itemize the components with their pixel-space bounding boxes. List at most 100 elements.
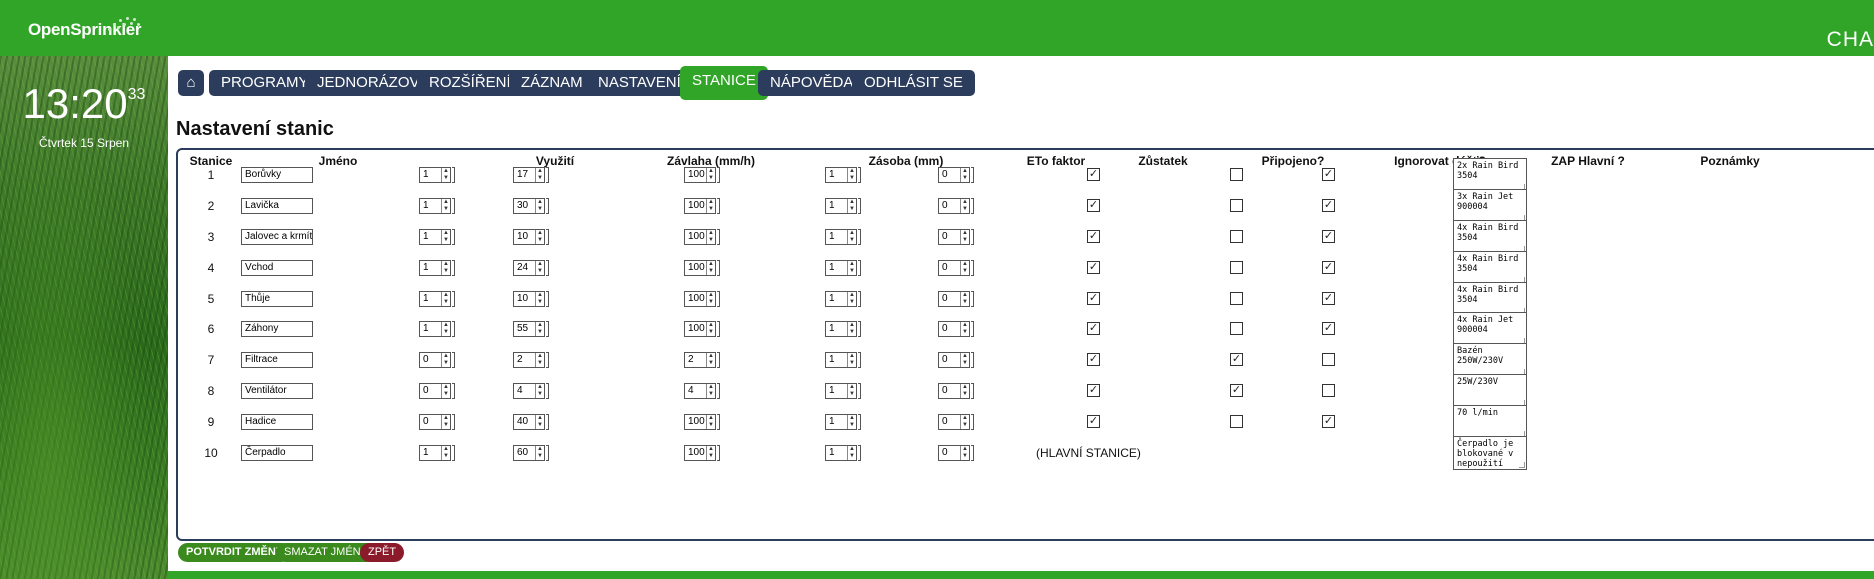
- spinner-arrows-icon[interactable]: ▲ ▼: [535, 415, 544, 429]
- spinner-arrows-icon[interactable]: ▲ ▼: [960, 415, 969, 429]
- eto-factor-input[interactable]: 1 ▲ ▼: [825, 321, 861, 337]
- spinner-arrows-icon[interactable]: ▲ ▼: [535, 199, 544, 213]
- reserve-input[interactable]: 2 ▲ ▼: [684, 352, 720, 368]
- ignore-rain-checkbox[interactable]: [1230, 261, 1243, 274]
- irrigation-rate-input[interactable]: 55 ▲ ▼: [513, 321, 549, 337]
- spinner-arrows-icon[interactable]: ▲ ▼: [535, 168, 544, 182]
- station-note-textarea[interactable]: 4x Rain Bird 3504: [1453, 251, 1527, 285]
- irrigation-rate-input[interactable]: 60 ▲ ▼: [513, 445, 549, 461]
- station-note-textarea[interactable]: 4x Rain Jet 900004: [1453, 312, 1527, 346]
- ignore-rain-checkbox[interactable]: [1230, 322, 1243, 335]
- spinner-arrows-icon[interactable]: ▲ ▼: [706, 446, 715, 460]
- spinner-arrows-icon[interactable]: ▲ ▼: [847, 261, 856, 275]
- spinner-arrows-icon[interactable]: ▲ ▼: [441, 446, 450, 460]
- connected-checkbox[interactable]: ✓: [1087, 168, 1100, 181]
- reserve-input[interactable]: 100 ▲ ▼: [684, 445, 720, 461]
- ignore-rain-checkbox[interactable]: [1230, 199, 1243, 212]
- remainder-input[interactable]: 0 ▲ ▼: [938, 414, 974, 430]
- spinner-arrows-icon[interactable]: ▲ ▼: [535, 292, 544, 306]
- reserve-input[interactable]: 4 ▲ ▼: [684, 383, 720, 399]
- reserve-input[interactable]: 100 ▲ ▼: [684, 167, 720, 183]
- usage-input[interactable]: 1 ▲ ▼: [419, 291, 455, 307]
- connected-checkbox[interactable]: ✓: [1087, 322, 1100, 335]
- nav-nastaveni[interactable]: NASTAVENÍ: [586, 70, 693, 96]
- spinner-arrows-icon[interactable]: ▲ ▼: [706, 353, 715, 367]
- eto-factor-input[interactable]: 1 ▲ ▼: [825, 291, 861, 307]
- remainder-input[interactable]: 0 ▲ ▼: [938, 260, 974, 276]
- ignore-rain-checkbox[interactable]: [1230, 292, 1243, 305]
- eto-factor-input[interactable]: 1 ▲ ▼: [825, 414, 861, 430]
- remainder-input[interactable]: 0 ▲ ▼: [938, 229, 974, 245]
- spinner-arrows-icon[interactable]: ▲ ▼: [706, 384, 715, 398]
- spinner-arrows-icon[interactable]: ▲ ▼: [535, 384, 544, 398]
- eto-factor-input[interactable]: 1 ▲ ▼: [825, 383, 861, 399]
- master-on-checkbox[interactable]: ✓: [1322, 292, 1335, 305]
- irrigation-rate-input[interactable]: 24 ▲ ▼: [513, 260, 549, 276]
- reserve-input[interactable]: 100 ▲ ▼: [684, 229, 720, 245]
- spinner-arrows-icon[interactable]: ▲ ▼: [441, 168, 450, 182]
- connected-checkbox[interactable]: ✓: [1087, 415, 1100, 428]
- irrigation-rate-input[interactable]: 4 ▲ ▼: [513, 383, 549, 399]
- master-on-checkbox[interactable]: [1322, 353, 1335, 366]
- spinner-arrows-icon[interactable]: ▲ ▼: [847, 384, 856, 398]
- remainder-input[interactable]: 0 ▲ ▼: [938, 383, 974, 399]
- spinner-arrows-icon[interactable]: ▲ ▼: [960, 446, 969, 460]
- spinner-arrows-icon[interactable]: ▲ ▼: [535, 322, 544, 336]
- reserve-input[interactable]: 100 ▲ ▼: [684, 321, 720, 337]
- spinner-arrows-icon[interactable]: ▲ ▼: [960, 230, 969, 244]
- eto-factor-input[interactable]: 1 ▲ ▼: [825, 198, 861, 214]
- ignore-rain-checkbox[interactable]: [1230, 415, 1243, 428]
- spinner-arrows-icon[interactable]: ▲ ▼: [441, 199, 450, 213]
- eto-factor-input[interactable]: 1 ▲ ▼: [825, 229, 861, 245]
- ignore-rain-checkbox[interactable]: ✓: [1230, 384, 1243, 397]
- master-on-checkbox[interactable]: ✓: [1322, 199, 1335, 212]
- remainder-input[interactable]: 0 ▲ ▼: [938, 321, 974, 337]
- remainder-input[interactable]: 0 ▲ ▼: [938, 291, 974, 307]
- eto-factor-input[interactable]: 1 ▲ ▼: [825, 445, 861, 461]
- station-name-input[interactable]: Filtrace: [241, 352, 313, 368]
- usage-input[interactable]: 1 ▲ ▼: [419, 260, 455, 276]
- station-name-input[interactable]: Vchod: [241, 260, 313, 276]
- usage-input[interactable]: 1 ▲ ▼: [419, 321, 455, 337]
- resize-grip-icon[interactable]: [1519, 462, 1525, 468]
- nav-rozsireni[interactable]: ROZŠÍŘENÍ: [417, 70, 523, 96]
- master-on-checkbox[interactable]: ✓: [1322, 261, 1335, 274]
- remainder-input[interactable]: 0 ▲ ▼: [938, 445, 974, 461]
- irrigation-rate-input[interactable]: 30 ▲ ▼: [513, 198, 549, 214]
- spinner-arrows-icon[interactable]: ▲ ▼: [535, 261, 544, 275]
- home-button[interactable]: ⌂: [178, 70, 204, 96]
- usage-input[interactable]: 1 ▲ ▼: [419, 445, 455, 461]
- spinner-arrows-icon[interactable]: ▲ ▼: [960, 199, 969, 213]
- spinner-arrows-icon[interactable]: ▲ ▼: [535, 230, 544, 244]
- nav-napoveda[interactable]: NÁPOVĚDA: [758, 70, 866, 96]
- connected-checkbox[interactable]: ✓: [1087, 384, 1100, 397]
- nav-stanice[interactable]: STANICE: [680, 66, 768, 100]
- station-note-textarea[interactable]: 4x Rain Bird 3504: [1453, 282, 1527, 316]
- eto-factor-input[interactable]: 1 ▲ ▼: [825, 167, 861, 183]
- reserve-input[interactable]: 100 ▲ ▼: [684, 260, 720, 276]
- reserve-input[interactable]: 100 ▲ ▼: [684, 414, 720, 430]
- station-note-textarea[interactable]: Čerpadlo je blokované v nepoužití: [1453, 436, 1527, 470]
- spinner-arrows-icon[interactable]: ▲ ▼: [441, 261, 450, 275]
- remainder-input[interactable]: 0 ▲ ▼: [938, 352, 974, 368]
- spinner-arrows-icon[interactable]: ▲ ▼: [847, 230, 856, 244]
- usage-input[interactable]: 0 ▲ ▼: [419, 383, 455, 399]
- spinner-arrows-icon[interactable]: ▲ ▼: [441, 384, 450, 398]
- spinner-arrows-icon[interactable]: ▲ ▼: [441, 292, 450, 306]
- spinner-arrows-icon[interactable]: ▲ ▼: [847, 322, 856, 336]
- station-name-input[interactable]: Čerpadlo: [241, 445, 313, 461]
- master-on-checkbox[interactable]: ✓: [1322, 230, 1335, 243]
- spinner-arrows-icon[interactable]: ▲ ▼: [441, 230, 450, 244]
- spinner-arrows-icon[interactable]: ▲ ▼: [960, 353, 969, 367]
- spinner-arrows-icon[interactable]: ▲ ▼: [847, 353, 856, 367]
- spinner-arrows-icon[interactable]: ▲ ▼: [847, 199, 856, 213]
- spinner-arrows-icon[interactable]: ▲ ▼: [847, 446, 856, 460]
- connected-checkbox[interactable]: ✓: [1087, 353, 1100, 366]
- spinner-arrows-icon[interactable]: ▲ ▼: [441, 415, 450, 429]
- nav-programy[interactable]: PROGRAMY: [209, 70, 321, 96]
- spinner-arrows-icon[interactable]: ▲ ▼: [960, 168, 969, 182]
- station-name-input[interactable]: Borůvky: [241, 167, 313, 183]
- irrigation-rate-input[interactable]: 17 ▲ ▼: [513, 167, 549, 183]
- spinner-arrows-icon[interactable]: ▲ ▼: [535, 446, 544, 460]
- station-name-input[interactable]: Ventilátor: [241, 383, 313, 399]
